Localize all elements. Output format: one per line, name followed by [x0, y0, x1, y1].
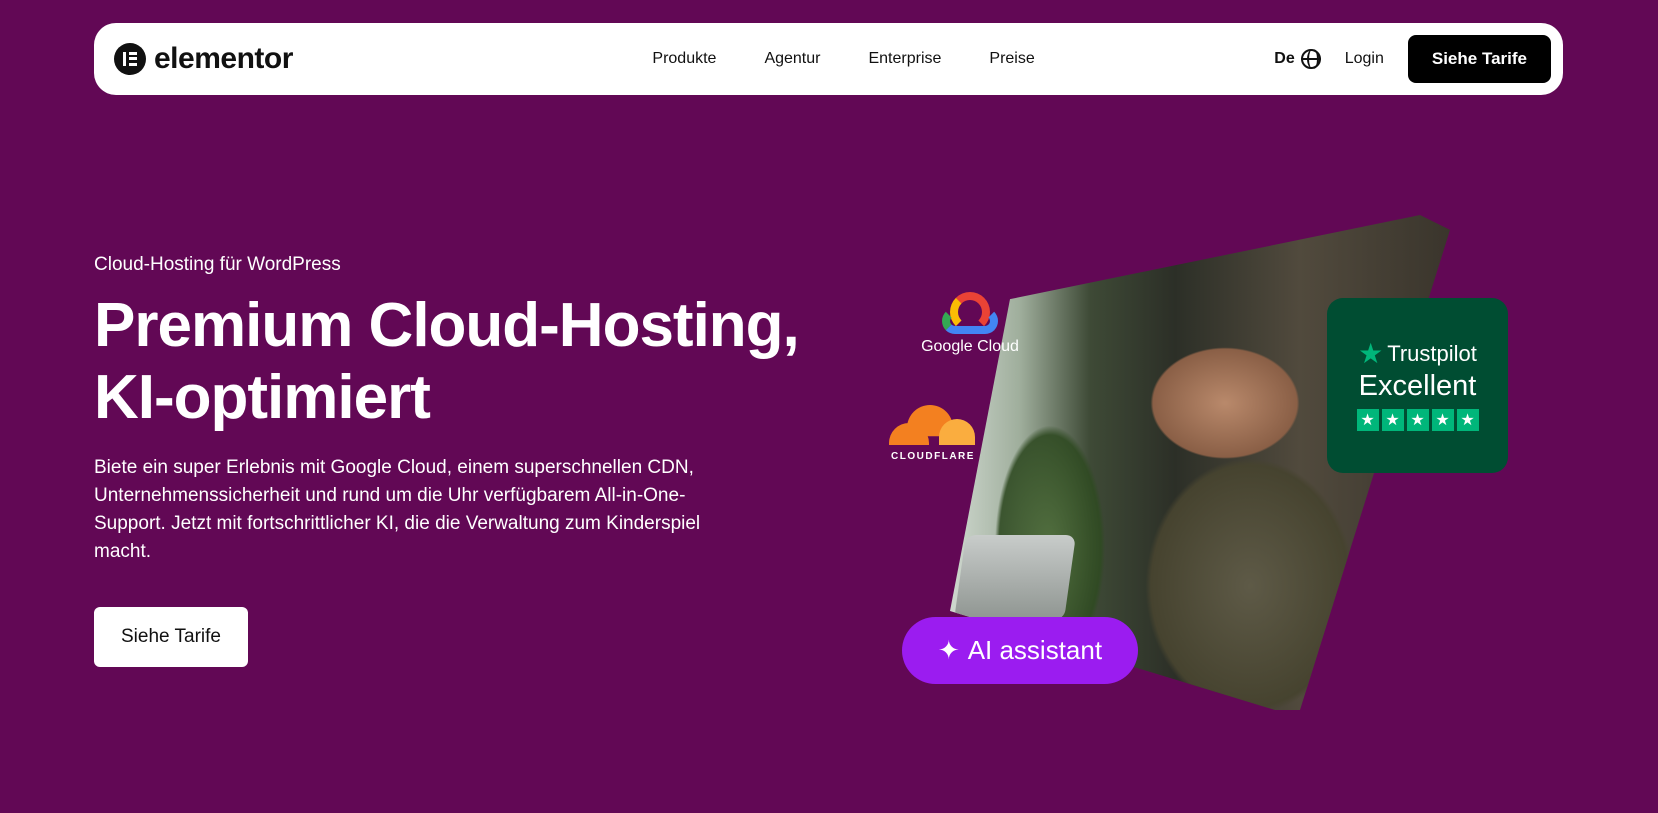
hero-eyebrow: Cloud-Hosting für WordPress [94, 254, 341, 275]
globe-icon [1300, 49, 1321, 69]
trustpilot-stars: ★ ★ ★ ★ ★ [1356, 409, 1479, 431]
top-navbar: elementor Produkte Agentur Enterprise Pr… [94, 23, 1563, 95]
header-plans-button[interactable]: Siehe Tarife [1407, 35, 1551, 83]
elementor-logo[interactable]: elementor [114, 42, 293, 76]
google-cloud-badge: Google Cloud [920, 290, 1020, 356]
trustpilot-star-icon: ★ [1358, 338, 1384, 369]
laptop-shape [954, 535, 1076, 620]
star-icon: ★ [1406, 409, 1429, 431]
elementor-logo-icon [114, 43, 146, 75]
main-nav: Produkte Agentur Enterprise Preise [652, 50, 1034, 68]
hero-description: Biete ein super Erlebnis mit Google Clou… [94, 457, 701, 562]
nav-actions: De Login Siehe Tarife [1274, 35, 1551, 83]
google-cloud-icon [940, 290, 1000, 336]
cloudflare-icon [889, 405, 977, 447]
trustpilot-brand: Trustpilot [1387, 341, 1477, 366]
star-icon: ★ [1431, 409, 1454, 431]
cloudflare-label: CLOUDFLARE [891, 451, 975, 462]
google-cloud-label: Google Cloud [921, 338, 1019, 355]
sparkle-icon: ✦ [937, 635, 960, 665]
trustpilot-badge: ★ Trustpilot Excellent ★ ★ ★ ★ ★ [1327, 298, 1508, 473]
language-code: De [1274, 50, 1295, 67]
nav-item-preise[interactable]: Preise [989, 50, 1034, 68]
ai-assistant-pill[interactable]: ✦ AI assistant [902, 617, 1138, 684]
star-icon: ★ [1356, 409, 1379, 431]
ai-assistant-label: AI assistant [967, 635, 1103, 665]
trustpilot-rating: Excellent [1358, 370, 1477, 402]
hero-title-line2: KI-optimiert [94, 363, 431, 432]
star-icon: ★ [1456, 409, 1479, 431]
star-icon: ★ [1381, 409, 1404, 431]
nav-item-produkte[interactable]: Produkte [652, 50, 716, 68]
brand-name: elementor [154, 42, 293, 75]
nav-item-enterprise[interactable]: Enterprise [868, 50, 941, 68]
language-selector[interactable]: De [1274, 49, 1321, 69]
hero-title: Premium Cloud-Hosting, KI-optimiert [94, 290, 800, 434]
nav-item-agentur[interactable]: Agentur [764, 50, 820, 68]
trustpilot-header: ★ Trustpilot [1358, 340, 1477, 368]
hero-plans-button[interactable]: Siehe Tarife [94, 607, 248, 667]
hero-title-line1: Premium Cloud-Hosting, [94, 291, 800, 360]
login-link[interactable]: Login [1345, 50, 1384, 68]
cloudflare-badge: CLOUDFLARE [888, 405, 978, 462]
